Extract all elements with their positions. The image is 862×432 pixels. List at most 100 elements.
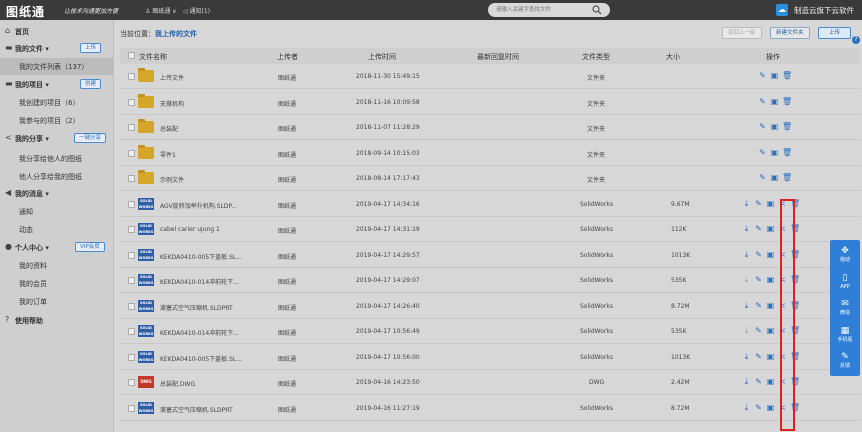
back-button[interactable]: 返回上一级 [722, 27, 762, 39]
row-checkbox[interactable] [128, 226, 135, 233]
trash-icon[interactable]: 🗑 [782, 71, 792, 80]
edit-icon[interactable]: ✎ [754, 301, 763, 310]
sidebar-item-12[interactable]: ● 个人中心 ▾ VIP会员 [0, 239, 114, 256]
download-icon[interactable]: ⤓ [742, 326, 751, 335]
breadcrumb-current[interactable]: 我上传的文件 [155, 30, 197, 38]
app-logo[interactable]: 图纸通 [6, 3, 45, 20]
table-row[interactable]: 示例文件 图纸通 2018-08-14 17:17:43 文件夹 ✎ ▣ 🗑 [120, 166, 860, 191]
sidebar-item-9[interactable]: ◀ 我的消息 ▾ [0, 185, 114, 202]
folder-move-icon[interactable]: ▣ [766, 352, 775, 361]
table-row[interactable]: SOLID WORKS KEKDA0410-005下盖板.SL... 图纸通 2019… [120, 243, 860, 268]
col-size[interactable]: 大小 [666, 52, 680, 62]
sidebar-action-button[interactable]: 一键分享 [74, 133, 107, 143]
file-name[interactable]: AGV旋转加举升机构.SLDP... [160, 201, 237, 210]
trash-icon[interactable]: 🗑 [782, 173, 792, 182]
download-icon[interactable]: ⤓ [742, 199, 751, 208]
sidebar-action-button[interactable]: 上传 [80, 43, 102, 53]
sidebar-item-3[interactable]: ▬ 我的项目 ▾ 创建 [0, 76, 114, 93]
folder-move-icon[interactable]: ▣ [770, 122, 779, 131]
row-checkbox[interactable] [128, 200, 135, 208]
folder-move-icon[interactable]: ▣ [770, 148, 779, 157]
sidebar-item-8[interactable]: 他人分享给我的图纸 [0, 168, 114, 185]
table-row[interactable]: DWG 总装配.DWG 图纸通 2019-04-16 14:23:50 DWG 2.42M… [120, 370, 860, 395]
file-name[interactable]: cabel carier ujung 1 [160, 226, 220, 233]
edit-icon[interactable]: ✎ [754, 275, 763, 284]
float-item-2[interactable]: ✉ 微信 [830, 295, 860, 321]
folder-move-icon[interactable]: ▣ [766, 199, 775, 208]
row-checkbox[interactable] [128, 404, 135, 412]
sidebar-action-button[interactable]: VIP会员 [75, 242, 105, 252]
edit-icon[interactable]: ✎ [754, 250, 763, 259]
file-name[interactable]: 滚塞式空气压缩机.SLDPRT [160, 303, 233, 312]
file-name[interactable]: 示例文件 [160, 175, 184, 184]
col-type[interactable]: 文件类型 [582, 52, 610, 62]
sidebar-item-1[interactable]: ▬ 我的文件 ▾ 上传 [0, 40, 114, 57]
table-row[interactable]: 总装配 图纸通 2018-11-07 11:28:29 文件夹 ✎ ▣ 🗑 [120, 115, 860, 140]
edit-icon[interactable]: ✎ [758, 122, 767, 131]
folder-move-icon[interactable]: ▣ [766, 275, 775, 284]
table-row[interactable]: SOLID WORKS AGV旋转加举升机构.SLDP... 图纸通 2019-04-… [120, 192, 860, 217]
edit-icon[interactable]: ✎ [754, 377, 763, 386]
edit-icon[interactable]: ✎ [758, 148, 767, 157]
download-icon[interactable]: ⤓ [742, 250, 751, 259]
edit-icon[interactable]: ✎ [754, 352, 763, 361]
row-checkbox[interactable] [128, 73, 135, 80]
row-checkbox[interactable] [128, 98, 135, 106]
row-checkbox[interactable] [128, 277, 135, 284]
file-name[interactable]: 总装配 [160, 124, 178, 133]
file-name[interactable]: 滚塞式空气压缩机.SLDPRT [160, 405, 233, 414]
file-name[interactable]: KEKDA0410-014冲前轮下... [160, 328, 239, 337]
download-icon[interactable]: ⤓ [742, 377, 751, 386]
edit-icon[interactable]: ✎ [758, 97, 767, 106]
sidebar-item-11[interactable]: 动态 [0, 221, 114, 238]
edit-icon[interactable]: ✎ [758, 173, 767, 182]
folder-move-icon[interactable]: ▣ [766, 224, 775, 233]
notification-link[interactable]: ◁ 通知(1) [183, 6, 210, 15]
row-checkbox[interactable] [128, 379, 135, 386]
user-menu[interactable]: ♙ 图纸通 ∨ [145, 6, 177, 15]
table-row[interactable]: 上传文件 图纸通 2018-11-30 15:49:15 文件夹 ✎ ▣ 🗑 [120, 64, 860, 89]
download-icon[interactable]: ⤓ [742, 352, 751, 361]
edit-icon[interactable]: ✎ [754, 224, 763, 233]
folder-move-icon[interactable]: ▣ [766, 301, 775, 310]
col-reply-time[interactable]: 最新回复时间 [477, 52, 519, 62]
select-all-checkbox[interactable] [128, 52, 135, 59]
folder-move-icon[interactable]: ▣ [766, 326, 775, 335]
folder-move-icon[interactable]: ▣ [766, 377, 775, 386]
table-row[interactable]: 支撑机构 图纸通 2018-11-16 10:09:58 文件夹 ✎ ▣ 🗑 [120, 90, 860, 115]
download-icon[interactable]: ⤓ [742, 403, 751, 412]
search-icon[interactable] [592, 5, 602, 15]
sidebar-item-15[interactable]: 我的订单 [0, 293, 114, 310]
sidebar-item-7[interactable]: 我分享给他人的图纸 [0, 150, 114, 167]
folder-move-icon[interactable]: ▣ [766, 250, 775, 259]
edit-icon[interactable]: ✎ [754, 403, 763, 412]
float-item-0[interactable]: ✥ 拖动 [830, 242, 860, 268]
table-row[interactable]: SOLID WORKS KEKDA0410-005下盖板.SL... 图纸通 2019… [120, 345, 860, 370]
col-uploader[interactable]: 上传者 [277, 52, 298, 62]
table-row[interactable]: SOLID WORKS 滚塞式空气压缩机.SLDPRT 图纸通 2019-04-16 … [120, 396, 860, 421]
upload-button[interactable]: 上传 [818, 27, 852, 39]
float-item-3[interactable]: ▦ 手机看 [830, 322, 860, 348]
sidebar-action-button[interactable]: 创建 [80, 79, 102, 89]
trash-icon[interactable]: 🗑 [782, 148, 792, 157]
row-checkbox[interactable] [128, 328, 135, 335]
table-row[interactable]: SOLID WORKS 滚塞式空气压缩机.SLDPRT 图纸通 2019-04-17 … [120, 294, 860, 319]
row-checkbox[interactable] [128, 175, 135, 182]
edit-icon[interactable]: ✎ [758, 71, 767, 80]
sidebar-item-5[interactable]: 我参与的项目（2） [0, 112, 114, 129]
file-name[interactable]: 支撑机构 [160, 99, 184, 108]
table-row[interactable]: 零件1 图纸通 2018-09-14 10:15:03 文件夹 ✎ ▣ 🗑 [120, 141, 860, 166]
sidebar-item-2[interactable]: 我的文件列表（137） [0, 58, 114, 75]
col-name[interactable]: 文件名称 [139, 52, 167, 62]
sidebar-item-4[interactable]: 我创建的项目（6） [0, 94, 114, 111]
help-icon[interactable]: ? [852, 36, 860, 44]
file-name[interactable]: KEKDA0410-005下盖板.SL... [160, 252, 242, 261]
file-name[interactable]: KEKDA0410-014冲前轮下... [160, 277, 239, 286]
download-icon[interactable]: ⤓ [742, 224, 751, 233]
row-checkbox[interactable] [128, 353, 135, 361]
row-checkbox[interactable] [128, 302, 135, 310]
sidebar-item-0[interactable]: ⌂ 首页 [0, 23, 114, 40]
trash-icon[interactable]: 🗑 [782, 97, 792, 106]
table-row[interactable]: SOLID WORKS KEKDA0410-014冲前轮下... 图纸通 2019-0… [120, 319, 860, 344]
row-checkbox[interactable] [128, 251, 135, 259]
